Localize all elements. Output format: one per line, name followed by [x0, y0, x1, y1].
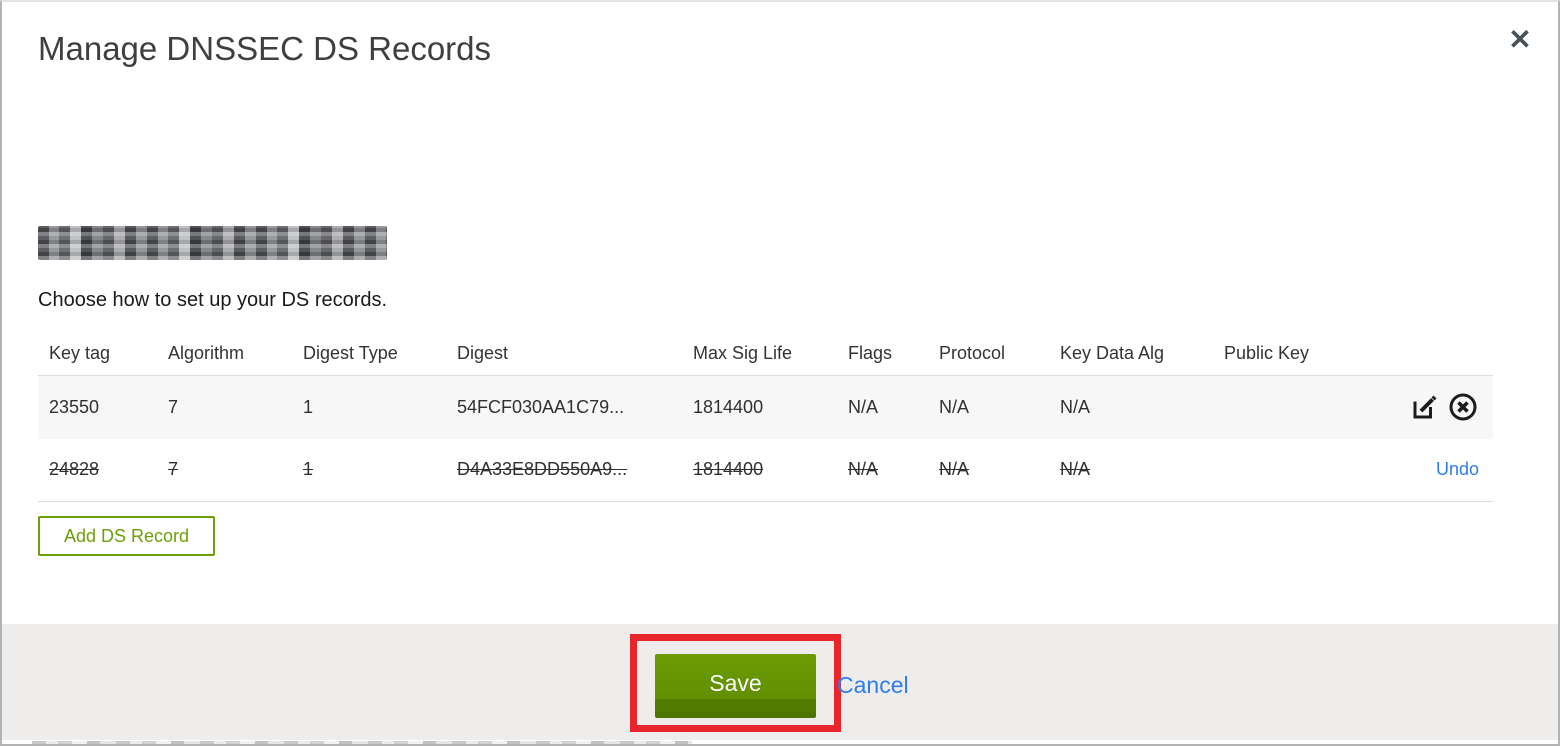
cell-digest: 54FCF030AA1C79...: [457, 396, 625, 417]
dnssec-modal-window: Manage DNSSEC DS Records ✕ Choose how to…: [0, 0, 1560, 746]
cell-digest: D4A33E8DD550A9...: [457, 459, 628, 480]
cell-protocol: N/A: [939, 459, 970, 480]
cell-key-tag: 23550: [49, 396, 100, 417]
cell-flags: N/A: [848, 396, 879, 417]
page-title: Manage DNSSEC DS Records: [38, 30, 492, 67]
col-header-key-tag: Key tag: [49, 343, 111, 364]
cell-algorithm: 7: [168, 396, 179, 417]
edit-record-icon[interactable]: [1409, 392, 1440, 423]
cell-protocol: N/A: [939, 396, 970, 417]
cell-algorithm: 7: [168, 459, 179, 480]
col-header-digest-type: Digest Type: [303, 343, 398, 364]
col-header-digest: Digest: [457, 343, 509, 364]
cell-flags: N/A: [848, 459, 879, 480]
cell-digest-type: 1: [303, 396, 314, 417]
cell-max-sig-life: 1814400: [693, 459, 764, 480]
save-button-label: Save: [709, 670, 762, 696]
cell-max-sig-life: 1814400: [693, 396, 764, 417]
col-header-public-key: Public Key: [1224, 343, 1310, 364]
add-ds-record-button[interactable]: Add DS Record: [38, 516, 216, 556]
table-row-deleted: 24828 7 1 D4A33E8DD550A9... 1814400 N/A …: [38, 439, 1493, 502]
cancel-link[interactable]: Cancel: [837, 670, 909, 700]
table-header-row: Key tag Algorithm Digest Type Digest Max…: [38, 333, 1493, 375]
redacted-domain-name: [38, 226, 387, 260]
ds-records-table: Key tag Algorithm Digest Type Digest Max…: [38, 333, 1493, 502]
dialog-footer: Save Cancel: [2, 624, 1558, 742]
cell-digest-type: 1: [303, 459, 314, 480]
close-icon[interactable]: ✕: [1500, 20, 1540, 60]
cell-key-data-alg: N/A: [1060, 396, 1091, 417]
background-page-strip: [2, 740, 1558, 744]
col-header-actions: [1402, 333, 1493, 375]
col-header-key-data-alg: Key Data Alg: [1060, 343, 1165, 364]
background-blur-remnant: [32, 741, 692, 744]
delete-record-icon[interactable]: [1447, 391, 1479, 423]
table-row: 23550 7 1 54FCF030AA1C79... 1814400 N/A …: [38, 374, 1493, 439]
cell-key-data-alg: N/A: [1060, 459, 1091, 480]
intro-text: Choose how to set up your DS records.: [38, 289, 388, 311]
undo-link[interactable]: Undo: [1436, 459, 1479, 479]
col-header-max-sig-life: Max Sig Life: [693, 343, 793, 364]
col-header-algorithm: Algorithm: [168, 343, 245, 364]
cell-key-tag: 24828: [49, 459, 100, 480]
col-header-flags: Flags: [848, 343, 893, 364]
col-header-protocol: Protocol: [939, 343, 1006, 364]
save-button[interactable]: Save: [655, 654, 816, 718]
